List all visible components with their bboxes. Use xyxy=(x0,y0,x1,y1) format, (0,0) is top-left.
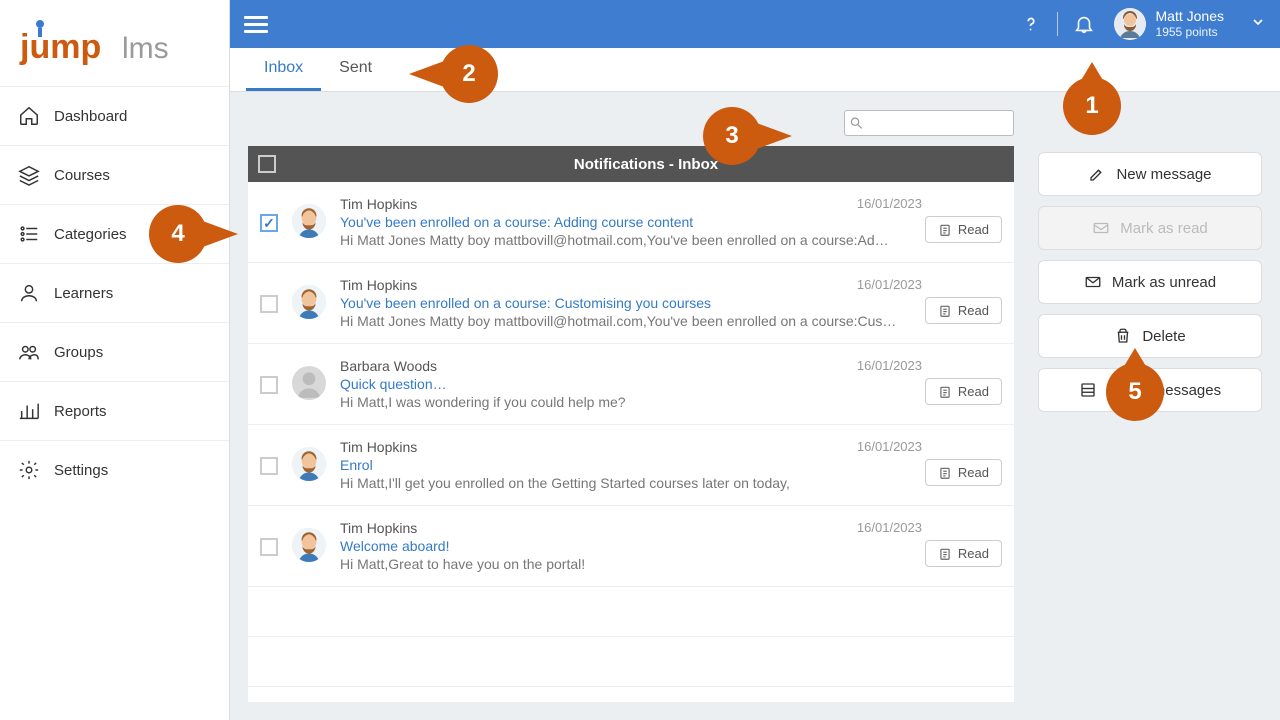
separator xyxy=(1057,12,1058,36)
nav-settings[interactable]: Settings xyxy=(0,440,229,499)
user-avatar xyxy=(1114,8,1146,40)
sender-avatar xyxy=(292,285,326,319)
nav-label: Reports xyxy=(54,403,107,420)
empty-row xyxy=(248,687,1014,702)
read-label: Read xyxy=(958,303,989,318)
delete-button[interactable]: Delete xyxy=(1038,314,1262,358)
user-points: 1955 points xyxy=(1156,25,1224,39)
nav-reports[interactable]: Reports xyxy=(0,381,229,440)
gear-icon xyxy=(18,459,40,481)
nav-label: Courses xyxy=(54,167,110,184)
action-label: Mark as unread xyxy=(1112,274,1216,291)
person-icon xyxy=(18,282,40,304)
message-subject[interactable]: You've been enrolled on a course: Adding… xyxy=(340,214,1002,230)
message-date: 16/01/2023 xyxy=(857,277,922,292)
message-row[interactable]: Tim HopkinsWelcome aboard!Hi Matt,Great … xyxy=(248,506,1014,587)
chart-icon xyxy=(18,400,40,422)
chevron-down-icon xyxy=(1250,14,1266,35)
empty-row xyxy=(248,637,1014,687)
message-checkbox[interactable] xyxy=(260,457,278,475)
svg-text:jump: jump xyxy=(19,28,101,66)
callout-1: 1 xyxy=(1066,80,1118,132)
user-name: Matt Jones xyxy=(1156,9,1224,24)
bell-icon[interactable] xyxy=(1068,8,1100,40)
read-button[interactable]: Read xyxy=(925,378,1002,405)
sender-avatar xyxy=(292,528,326,562)
message-subject[interactable]: Enrol xyxy=(340,457,1002,473)
message-date: 16/01/2023 xyxy=(857,439,922,454)
search-input[interactable] xyxy=(864,116,1009,131)
callout-3: 3 xyxy=(706,110,758,162)
nav-label: Learners xyxy=(54,285,113,302)
help-icon[interactable] xyxy=(1015,8,1047,40)
list-icon xyxy=(18,223,40,245)
read-label: Read xyxy=(958,384,989,399)
nav-label: Categories xyxy=(54,226,127,243)
stack-icon xyxy=(18,164,40,186)
action-label: Mark as read xyxy=(1120,220,1208,237)
mark-read-button[interactable]: Mark as read xyxy=(1038,206,1262,250)
message-checkbox[interactable] xyxy=(260,214,278,232)
read-button[interactable]: Read xyxy=(925,216,1002,243)
home-icon xyxy=(18,105,40,127)
sender-avatar xyxy=(292,204,326,238)
message-row[interactable]: Tim HopkinsYou've been enrolled on a cou… xyxy=(248,182,1014,263)
select-all-checkbox[interactable] xyxy=(258,155,276,173)
sidebar: jump lms Dashboard Courses Categories Le… xyxy=(0,0,230,720)
message-preview: Hi Matt,I was wondering if you could hel… xyxy=(340,394,1002,410)
callout-4: 4 xyxy=(152,208,204,260)
message-preview: Hi Matt,I'll get you enrolled on the Get… xyxy=(340,475,1002,491)
nav-label: Settings xyxy=(54,462,108,479)
message-row[interactable]: Tim HopkinsYou've been enrolled on a cou… xyxy=(248,263,1014,344)
mark-unread-button[interactable]: Mark as unread xyxy=(1038,260,1262,304)
tabs: Inbox Sent xyxy=(230,48,1280,92)
nav-courses[interactable]: Courses xyxy=(0,145,229,204)
message-date: 16/01/2023 xyxy=(857,520,922,535)
read-button[interactable]: Read xyxy=(925,540,1002,567)
tab-sent[interactable]: Sent xyxy=(321,48,390,91)
read-button[interactable]: Read xyxy=(925,297,1002,324)
nav-learners[interactable]: Learners xyxy=(0,263,229,322)
read-button[interactable]: Read xyxy=(925,459,1002,486)
tab-inbox[interactable]: Inbox xyxy=(246,48,321,91)
topbar: Matt Jones 1955 points xyxy=(230,0,1280,48)
nav-dashboard[interactable]: Dashboard xyxy=(0,86,229,145)
message-row[interactable]: Barbara WoodsQuick question…Hi Matt,I wa… xyxy=(248,344,1014,425)
new-message-button[interactable]: New message xyxy=(1038,152,1262,196)
callout-5: 5 xyxy=(1109,366,1161,418)
message-preview: Hi Matt Jones Matty boy mattbovill@hotma… xyxy=(340,313,1002,329)
nav-label: Groups xyxy=(54,344,103,361)
message-checkbox[interactable] xyxy=(260,538,278,556)
message-preview: Hi Matt Jones Matty boy mattbovill@hotma… xyxy=(340,232,1002,248)
read-label: Read xyxy=(958,465,989,480)
list-title: Notifications - Inbox xyxy=(288,156,1004,173)
message-subject[interactable]: Quick question… xyxy=(340,376,1002,392)
message-row[interactable]: Tim HopkinsEnrolHi Matt,I'll get you enr… xyxy=(248,425,1014,506)
nav-groups[interactable]: Groups xyxy=(0,322,229,381)
sender-avatar xyxy=(292,447,326,481)
message-date: 16/01/2023 xyxy=(857,358,922,373)
callout-2: 2 xyxy=(443,48,495,100)
message-date: 16/01/2023 xyxy=(857,196,922,211)
message-preview: Hi Matt,Great to have you on the portal! xyxy=(340,556,1002,572)
user-menu[interactable]: Matt Jones 1955 points xyxy=(1114,8,1266,40)
action-label: New message xyxy=(1116,166,1211,183)
nav-label: Dashboard xyxy=(54,108,127,125)
svg-text:lms: lms xyxy=(122,32,169,65)
action-label: Delete xyxy=(1142,328,1185,345)
message-list: Tim HopkinsYou've been enrolled on a cou… xyxy=(248,182,1014,702)
message-subject[interactable]: Welcome aboard! xyxy=(340,538,1002,554)
people-icon xyxy=(18,341,40,363)
sender-avatar xyxy=(292,366,326,400)
empty-row xyxy=(248,587,1014,637)
message-checkbox[interactable] xyxy=(260,295,278,313)
message-checkbox[interactable] xyxy=(260,376,278,394)
read-label: Read xyxy=(958,546,989,561)
search-box[interactable] xyxy=(844,110,1014,136)
list-header: Notifications - Inbox xyxy=(248,146,1014,182)
message-subject[interactable]: You've been enrolled on a course: Custom… xyxy=(340,295,1002,311)
hamburger-icon[interactable] xyxy=(244,12,268,36)
read-label: Read xyxy=(958,222,989,237)
brand-logo: jump lms xyxy=(0,0,229,86)
